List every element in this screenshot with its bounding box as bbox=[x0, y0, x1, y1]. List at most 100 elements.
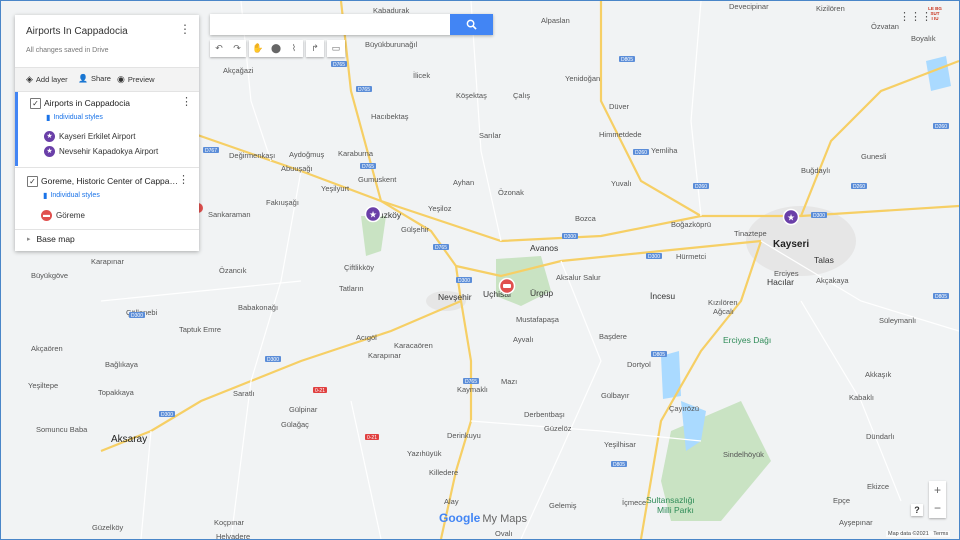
marker-icon[interactable]: ⬤ bbox=[267, 40, 285, 57]
svg-text:Akçaören: Akçaören bbox=[31, 344, 63, 353]
zoom-in-button[interactable]: + bbox=[929, 481, 946, 499]
search-button[interactable] bbox=[450, 14, 493, 35]
layer-options-icon[interactable]: ⋮ bbox=[181, 95, 192, 108]
draw-line-icon[interactable]: ⌇ bbox=[285, 40, 303, 57]
svg-text:D300: D300 bbox=[458, 278, 470, 284]
marker-goreme[interactable] bbox=[498, 277, 516, 295]
svg-text:Akkaşık: Akkaşık bbox=[865, 370, 892, 379]
svg-text:Kızılören: Kızılören bbox=[708, 298, 738, 307]
redo-icon[interactable]: ↷ bbox=[228, 40, 246, 57]
layer-style-link[interactable]: ▮ Individual styles bbox=[46, 113, 103, 122]
marker-nevsehir-airport[interactable]: ★ bbox=[364, 205, 382, 223]
svg-text:Güzelöz: Güzelöz bbox=[544, 424, 572, 433]
tool-group: ✋ ⬤ ⌇ bbox=[249, 40, 303, 57]
layer-airports[interactable]: ✓ Airports in Cappadocia ⋮ ▮ Individual … bbox=[15, 92, 202, 166]
svg-text:Büyükgöve: Büyükgöve bbox=[31, 271, 68, 280]
save-status: All changes saved in Drive bbox=[26, 47, 109, 54]
svg-text:Bozca: Bozca bbox=[575, 214, 597, 223]
svg-text:Özonak: Özonak bbox=[498, 188, 524, 197]
svg-text:Fakıuşağı: Fakıuşağı bbox=[266, 198, 299, 207]
svg-text:Yazıhüyük: Yazıhüyük bbox=[407, 449, 442, 458]
label-kayseri: Kayseri bbox=[773, 239, 809, 250]
map-options-icon[interactable]: ⋮ bbox=[179, 23, 191, 35]
search-input[interactable] bbox=[210, 14, 453, 35]
svg-text:Acıgöl: Acıgöl bbox=[356, 333, 377, 342]
layer-options-icon[interactable]: ⋮ bbox=[178, 173, 189, 186]
share-label: Share bbox=[90, 74, 111, 83]
svg-text:Koçpınar: Koçpınar bbox=[214, 518, 245, 527]
svg-text:Büyükburunağıl: Büyükburunağıl bbox=[365, 40, 417, 49]
layer-checkbox[interactable]: ✓ bbox=[30, 98, 41, 109]
svg-text:D805: D805 bbox=[621, 57, 633, 63]
svg-text:Topakkaya: Topakkaya bbox=[98, 388, 135, 397]
map-frame: Kabadurak Alpaslan Devecipinar Kizilören… bbox=[0, 0, 960, 540]
svg-text:Himmetdede: Himmetdede bbox=[599, 130, 642, 139]
base-map-toggle[interactable]: ▸ Base map bbox=[27, 234, 75, 244]
apps-grid-icon[interactable]: ⋮⋮⋮ bbox=[899, 10, 932, 24]
svg-text:Ayhan: Ayhan bbox=[453, 178, 474, 187]
svg-text:D765: D765 bbox=[358, 87, 370, 93]
svg-text:★: ★ bbox=[787, 214, 795, 224]
svg-text:Derinkuyu: Derinkuyu bbox=[447, 431, 481, 440]
svg-text:D300: D300 bbox=[131, 313, 143, 319]
hand-icon[interactable]: ✋ bbox=[249, 40, 267, 57]
svg-text:Abuuşağı: Abuuşağı bbox=[281, 164, 313, 173]
divider bbox=[15, 229, 199, 230]
layer-name[interactable]: Goreme, Historic Center of Cappa… bbox=[41, 176, 178, 186]
ruler-icon[interactable]: ▭ bbox=[327, 40, 345, 57]
svg-text:Dündarlı: Dündarlı bbox=[866, 432, 894, 441]
marker-kayseri-airport[interactable]: ★ bbox=[782, 208, 800, 226]
preview-button[interactable]: ◉ Preview bbox=[117, 74, 155, 85]
layer-style-label: Individual styles bbox=[53, 114, 103, 121]
svg-text:Bağlıkaya: Bağlıkaya bbox=[105, 360, 139, 369]
svg-text:Tinaztepe: Tinaztepe bbox=[734, 229, 767, 238]
layer-goreme[interactable]: ✓ Goreme, Historic Center of Cappa… ⋮ ▮ … bbox=[15, 171, 199, 231]
directions-icon[interactable]: ↱ bbox=[306, 40, 324, 57]
svg-text:D260: D260 bbox=[935, 124, 947, 130]
svg-text:Yeşiltepe: Yeşiltepe bbox=[28, 381, 58, 390]
layer-style-link[interactable]: ▮ Individual styles bbox=[43, 191, 100, 200]
terms-link[interactable]: Terms bbox=[933, 531, 948, 537]
feature-item[interactable]: ★ Kayseri Erkilet Airport bbox=[44, 131, 135, 142]
feature-item[interactable]: ▬ Göreme bbox=[41, 210, 85, 221]
svg-text:D805: D805 bbox=[613, 462, 625, 468]
layer-checkbox[interactable]: ✓ bbox=[27, 176, 38, 187]
panel-actions: ◈ Add layer 👤 Share ◉ Preview bbox=[15, 67, 199, 92]
layers-icon: ◈ bbox=[26, 74, 33, 84]
zoom-out-button[interactable]: − bbox=[929, 499, 946, 517]
svg-text:Karacaören: Karacaören bbox=[394, 341, 433, 350]
svg-text:D767: D767 bbox=[205, 148, 217, 154]
paint-roller-icon: ▮ bbox=[43, 191, 48, 200]
layer-style-label: Individual styles bbox=[50, 192, 100, 199]
svg-text:Yeşilhisar: Yeşilhisar bbox=[604, 440, 636, 449]
feature-item[interactable]: ★ Nevsehir Kapadokya Airport bbox=[44, 146, 158, 157]
add-layer-button[interactable]: ◈ Add layer bbox=[26, 74, 68, 85]
undo-icon[interactable]: ↶ bbox=[210, 40, 228, 57]
svg-text:Gülağaç: Gülağaç bbox=[281, 420, 309, 429]
svg-text:Karapınar: Karapınar bbox=[91, 257, 124, 266]
help-button[interactable]: ? bbox=[911, 504, 923, 516]
add-layer-label: Add layer bbox=[35, 75, 68, 84]
svg-text:Değirmenkaşı: Değirmenkaşı bbox=[229, 151, 275, 160]
search-icon bbox=[466, 19, 477, 30]
svg-text:Tatların: Tatların bbox=[339, 284, 364, 293]
svg-text:Başdere: Başdere bbox=[599, 332, 627, 341]
label-urgup: Ürgüp bbox=[530, 288, 553, 298]
svg-text:Babakonağı: Babakonağı bbox=[238, 303, 278, 312]
svg-text:Boğazköprü: Boğazköprü bbox=[671, 220, 711, 229]
star-marker-icon: ★ bbox=[44, 146, 55, 157]
google-logo-text: Google bbox=[439, 511, 481, 525]
svg-text:Mazı: Mazı bbox=[501, 377, 517, 386]
svg-text:Ayşepınar: Ayşepınar bbox=[839, 518, 873, 527]
svg-text:Çalış: Çalış bbox=[513, 91, 530, 100]
share-button[interactable]: 👤 Share bbox=[78, 74, 111, 83]
svg-text:Yuvalı: Yuvalı bbox=[611, 179, 631, 188]
map-title[interactable]: Airports In Cappadocia bbox=[26, 26, 128, 37]
map-layers-panel: Airports In Cappadocia ⋮ All changes sav… bbox=[15, 15, 199, 251]
svg-text:Taptuk Emre: Taptuk Emre bbox=[179, 325, 221, 334]
svg-text:D300: D300 bbox=[813, 213, 825, 219]
layer-name[interactable]: Airports in Cappadocia bbox=[44, 98, 130, 108]
svg-text:D300: D300 bbox=[267, 357, 279, 363]
star-marker-icon: ★ bbox=[44, 131, 55, 142]
divider bbox=[15, 167, 199, 168]
